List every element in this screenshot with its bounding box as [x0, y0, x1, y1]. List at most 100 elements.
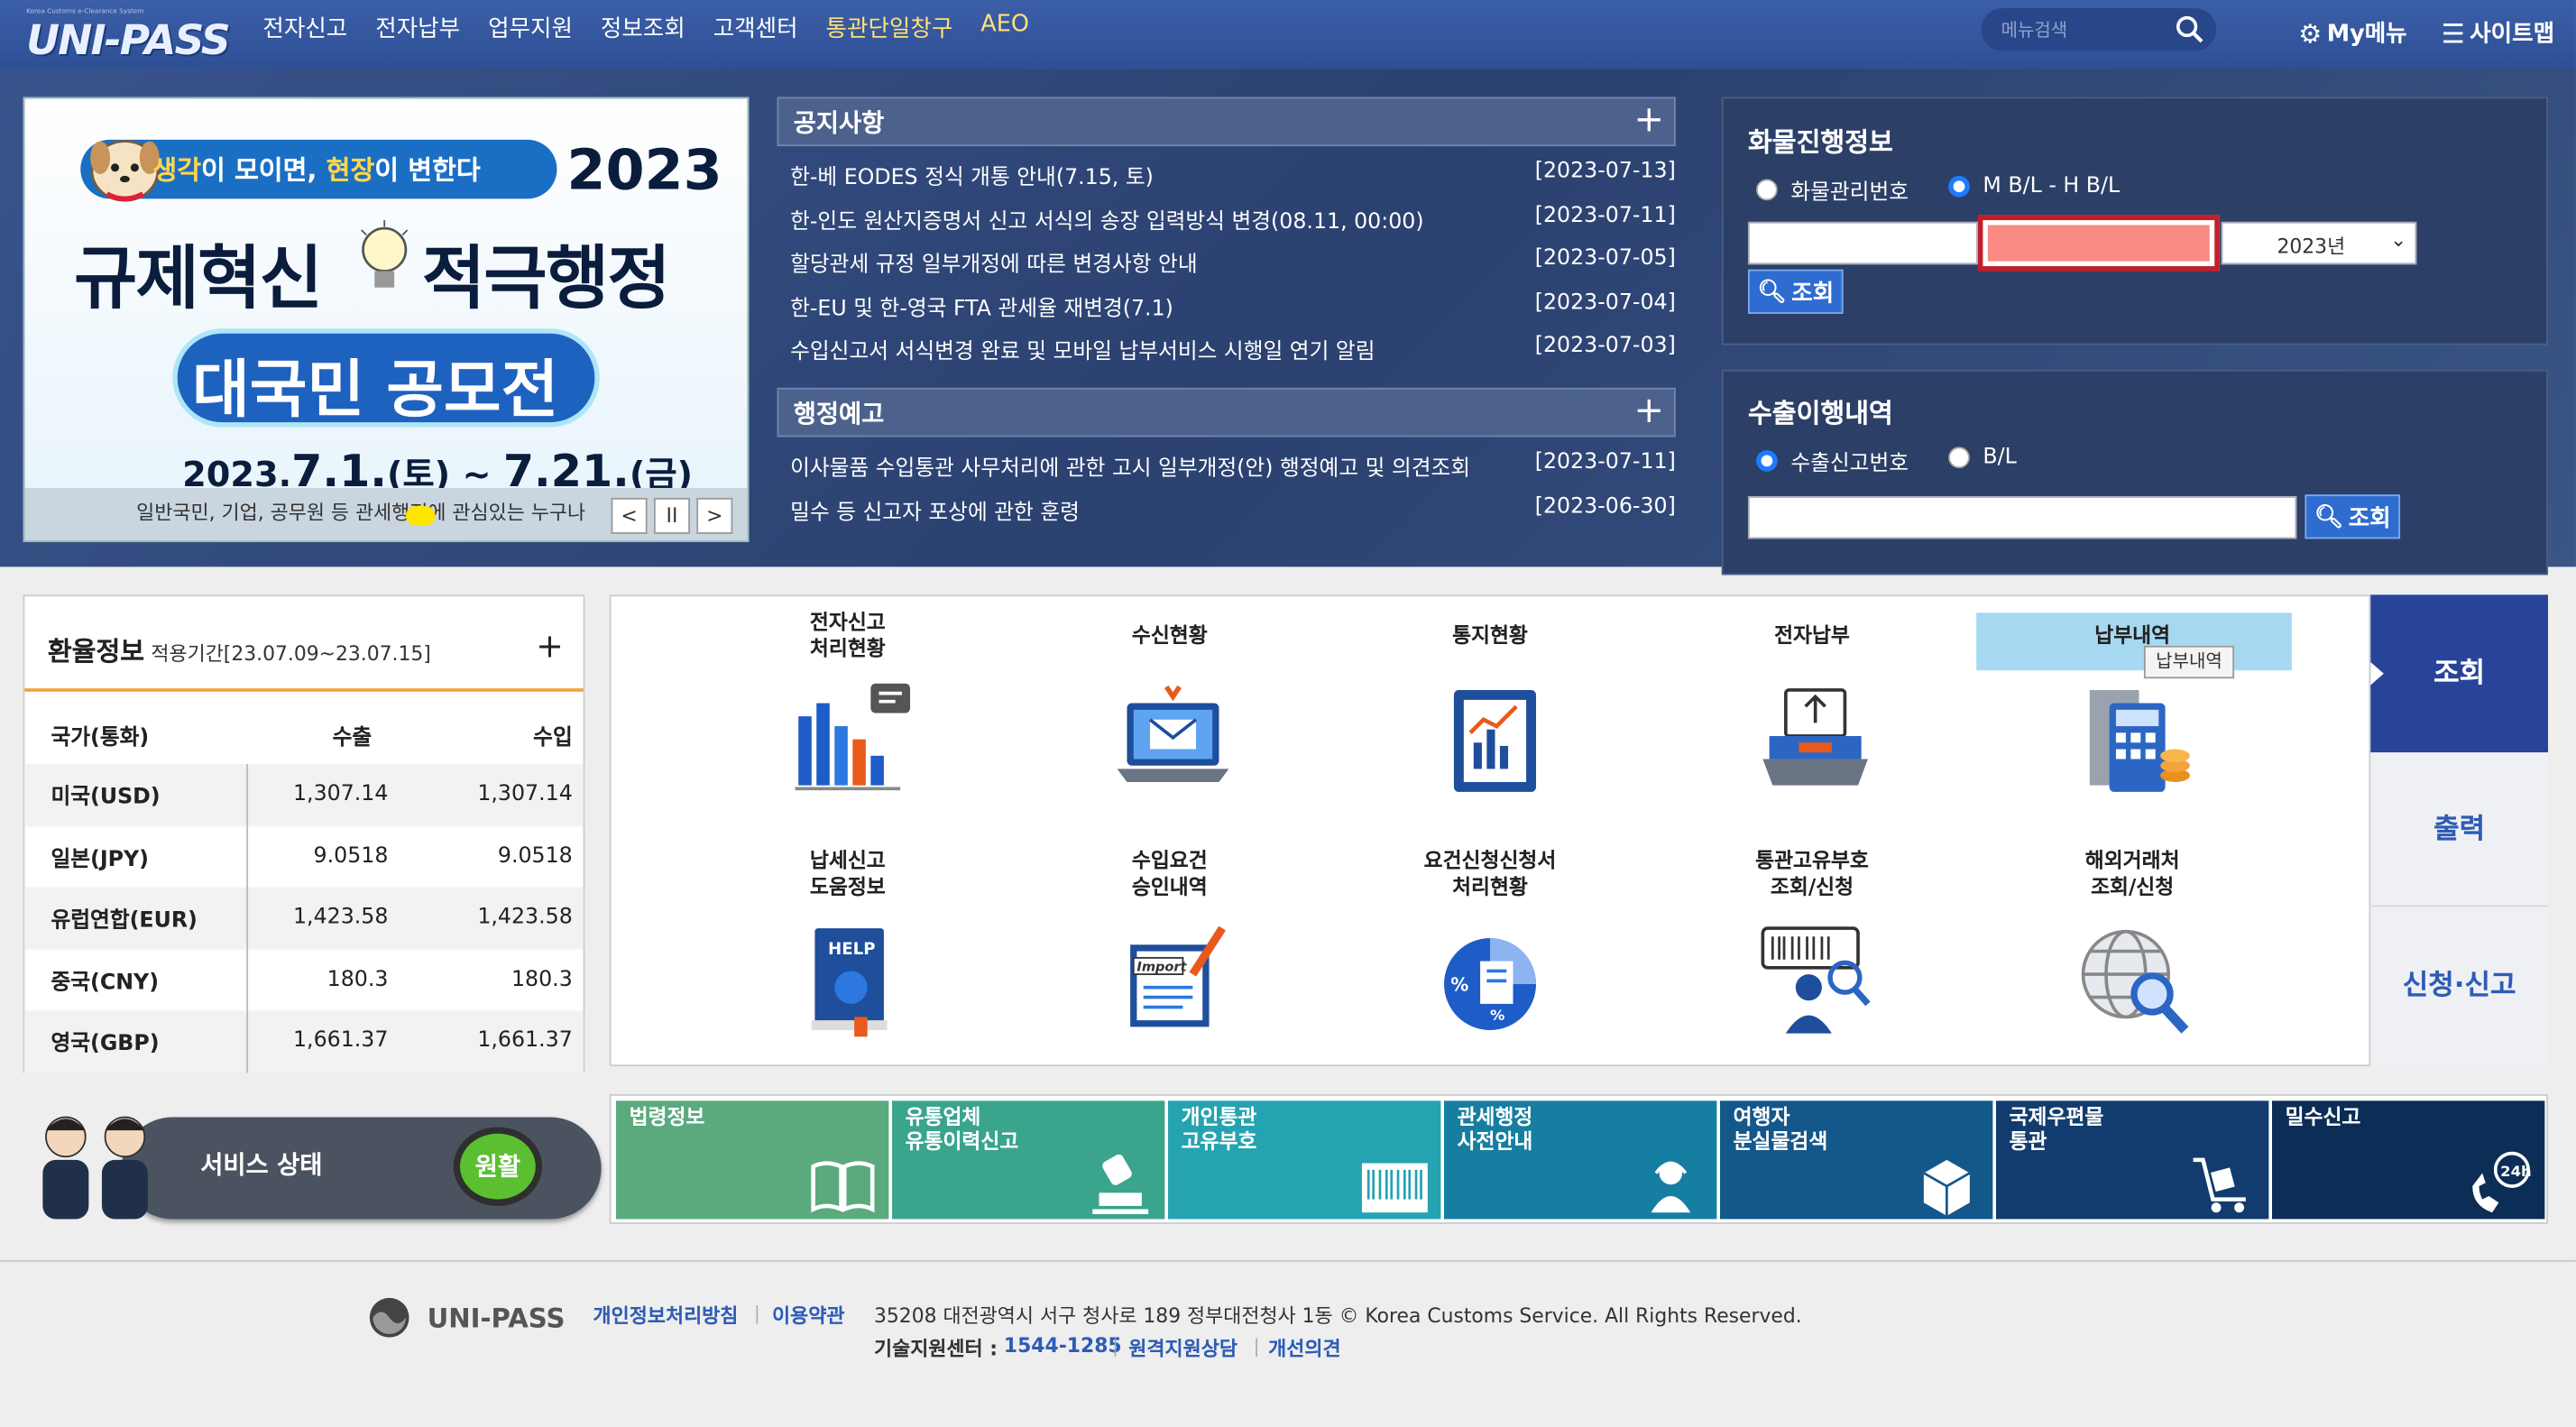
- remote-support-link[interactable]: 원격지원상담: [1128, 1334, 1237, 1362]
- radio-export-number[interactable]: 수출신고번호: [1756, 446, 1909, 476]
- radio-circle: [1948, 447, 1970, 469]
- percent-pie-icon: %%: [1444, 938, 1537, 1031]
- nav-e-declaration[interactable]: 전자신고: [262, 12, 347, 44]
- cargo-search-button[interactable]: 🔍︎ 조회: [1747, 269, 1844, 314]
- unipass-logo[interactable]: Korea Customs e-Clearance System UNI-PAS…: [26, 6, 231, 64]
- nav-aeo[interactable]: AEO: [980, 12, 1029, 44]
- table-row: 중국(CNY) 180.3 180.3: [24, 948, 582, 1011]
- report-clipboard-icon: [1453, 689, 1537, 792]
- notice-item[interactable]: 한-베 EODES 정식 개통 안내(7.15, 토) [2023-07-13]: [790, 160, 1676, 196]
- export-search-button[interactable]: 🔍︎ 조회: [2305, 494, 2401, 539]
- banner-pause-button[interactable]: II: [653, 497, 690, 534]
- tile-personal-customs-code[interactable]: 개인통관 고유부호: [1168, 1100, 1441, 1220]
- phone-24h-icon: 24h: [2472, 1151, 2532, 1213]
- mbl-input[interactable]: [1747, 221, 1978, 265]
- bar-chart-icon: [795, 683, 911, 791]
- notice-item[interactable]: 수입신고서 서식변경 완료 및 모바일 납부서비스 시행일 연기 알림 [2023…: [790, 334, 1676, 370]
- quick-item-tax-help[interactable]: 납세신고 도움정보 HELP: [724, 846, 971, 1060]
- radio-bl[interactable]: B/L: [1948, 446, 2017, 470]
- separator: |: [754, 1303, 760, 1325]
- footer-divider: [0, 1260, 2576, 1262]
- receipt-calculator-icon: [2089, 689, 2190, 792]
- banner-prev-button[interactable]: <: [611, 497, 648, 534]
- search-icon[interactable]: [2176, 14, 2205, 44]
- promo-banner[interactable]: 생각이 모이면, 현장이 변한다 2023 규제혁신 적극행정 대국민 공모전 …: [23, 97, 750, 543]
- logo-text: UNI-PASS: [26, 16, 231, 65]
- sitemap-label: 사이트맵: [2470, 21, 2555, 48]
- exchange-table: 국가(통화) 수출 수입 미국(USD) 1,307.14 1,307.14 일본(JP…: [24, 704, 583, 1073]
- notice-item[interactable]: 한-EU 및 한-영국 FTA 관세율 재변경(7.1) [2023-07-04]: [790, 290, 1676, 327]
- nav-info-lookup[interactable]: 정보조회: [601, 12, 685, 44]
- banner-title: 대국민 공모전: [192, 353, 559, 426]
- support-phone[interactable]: 1544-1285: [1004, 1334, 1122, 1357]
- quick-item-declaration-status[interactable]: 전자신고 처리현황: [724, 608, 971, 822]
- export-number-input[interactable]: [1747, 496, 2297, 539]
- svg-text:HELP: HELP: [828, 940, 876, 959]
- footer-logo: UNI-PASS: [368, 1296, 565, 1339]
- radio-mbl-hbl[interactable]: M B/L - H B/L: [1948, 174, 2120, 198]
- terms-link[interactable]: 이용약관: [772, 1302, 844, 1330]
- nav-business-support[interactable]: 업무지원: [488, 12, 573, 44]
- search-icon: 🔍︎: [2314, 503, 2344, 530]
- service-status-widget: 서비스 상태 원활: [23, 1108, 602, 1226]
- admin-notice-more-button[interactable]: +: [1633, 391, 1664, 432]
- my-menu-button[interactable]: ⚙ My메뉴: [2298, 16, 2407, 49]
- search-icon: 🔍︎: [1757, 278, 1787, 305]
- notice-more-button[interactable]: +: [1633, 100, 1664, 142]
- svg-text:%: %: [1490, 1007, 1504, 1024]
- import-document-icon: Import: [1130, 925, 1226, 1027]
- hbl-input-highlighted[interactable]: [1977, 215, 2220, 272]
- privacy-policy-link[interactable]: 개인정보처리방침: [593, 1302, 739, 1330]
- notice-item[interactable]: 할당관세 규정 일부개정에 따른 변경사항 안내 [2023-07-05]: [790, 246, 1676, 282]
- quick-item-receipt-status[interactable]: 수신현황: [1046, 608, 1293, 822]
- cart-icon: [2193, 1157, 2246, 1213]
- admin-notice-header: 행정예고 +: [777, 387, 1676, 437]
- tile-smuggling-report[interactable]: 밀수신고 24h: [2271, 1100, 2545, 1220]
- banner-next-button[interactable]: >: [696, 497, 733, 534]
- nav-e-payment[interactable]: 전자납부: [375, 12, 460, 44]
- tile-customs-guide[interactable]: 관세행정 사전안내: [1444, 1100, 1717, 1220]
- sitemap-button[interactable]: ☰ 사이트맵: [2442, 16, 2554, 49]
- support-label: 기술지원센터 :: [873, 1337, 998, 1361]
- logo-subtitle: Korea Customs e-Clearance System: [26, 6, 144, 15]
- admin-notice-item[interactable]: 이사물품 수입통관 사무처리에 관한 고시 일부개정(안) 행정예고 및 의견조…: [790, 450, 1676, 486]
- barcode-icon: [1361, 1163, 1428, 1213]
- svg-text:24h: 24h: [2500, 1163, 2531, 1180]
- menu-search-input[interactable]: 메뉴검색: [1981, 8, 2217, 51]
- quick-item-requirement-status[interactable]: 요건신청신청서 처리현황 %%: [1366, 846, 1613, 1060]
- quick-item-customs-code[interactable]: 통관고유부호 조회/신청: [1688, 846, 1935, 1060]
- exchange-more-button[interactable]: +: [536, 626, 564, 666]
- separator: |: [1253, 1335, 1260, 1358]
- tile-law-info[interactable]: 법령정보: [616, 1100, 889, 1220]
- tab-print[interactable]: 출력: [2370, 752, 2548, 907]
- tile-distribution[interactable]: 유통업체 유통이력신고: [892, 1100, 1165, 1220]
- hamburger-icon: ☰: [2441, 17, 2465, 49]
- radio-cargo-number[interactable]: 화물관리번호: [1756, 174, 1909, 206]
- quick-item-notice-status[interactable]: 통지현황: [1366, 608, 1613, 822]
- quick-item-payment-history[interactable]: 납부내역: [2010, 608, 2256, 822]
- admin-notice-item[interactable]: 밀수 등 신고자 포상에 관한 훈령 [2023-06-30]: [790, 494, 1676, 530]
- tab-lookup[interactable]: 조회: [2370, 594, 2548, 753]
- year-select[interactable]: 2023년 ⌄: [2221, 221, 2417, 265]
- exchange-header: 환율정보 적용기간[23.07.09~23.07.15]: [47, 635, 431, 667]
- quick-item-foreign-partner[interactable]: 해외거래처 조회/신청: [2010, 846, 2256, 1060]
- tab-application[interactable]: 신청·신고: [2370, 907, 2548, 1067]
- active-tab-pointer: [2370, 662, 2384, 686]
- notice-item[interactable]: 한-인도 원산지증명서 신고 서식의 송장 입력방식 변경(08.11, 00:…: [790, 204, 1676, 240]
- service-status-label: 서비스 상태: [200, 1149, 323, 1180]
- box-icon: [1923, 1159, 1971, 1216]
- main-nav: 전자신고 전자납부 업무지원 정보조회 고객센터 통관단일창구 AEO: [262, 12, 1056, 44]
- top-header: Korea Customs e-Clearance System UNI-PAS…: [0, 0, 2576, 69]
- tile-international-mail[interactable]: 국제우편물 통관: [1996, 1100, 2269, 1220]
- payment-terminal-icon: [1762, 688, 1868, 786]
- quick-item-e-payment[interactable]: 전자납부: [1688, 608, 1935, 822]
- nav-single-window[interactable]: 통관단일창구: [826, 12, 953, 44]
- table-row: 일본(JPY) 9.0518 9.0518: [24, 825, 582, 888]
- help-book-icon: HELP: [811, 928, 888, 1037]
- laptop-mail-icon: [1117, 685, 1229, 782]
- table-row: 유럽연합(EUR) 1,423.58 1,423.58: [24, 887, 583, 949]
- tile-lost-items[interactable]: 여행자 분실물검색: [1720, 1100, 1993, 1220]
- nav-customer-center[interactable]: 고객센터: [713, 12, 798, 44]
- quick-item-import-approval[interactable]: 수입요건 승인내역 Import: [1046, 846, 1293, 1060]
- feedback-link[interactable]: 개선의견: [1268, 1334, 1340, 1362]
